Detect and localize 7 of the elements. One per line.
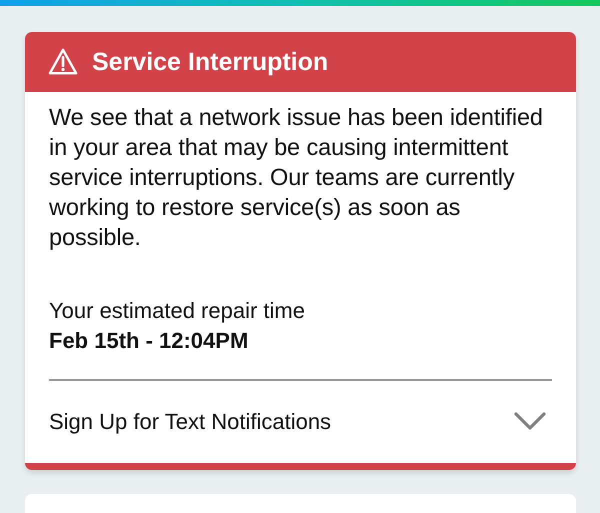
- alert-message: We see that a network issue has been identified in your area that may be causing intermittent service interruptions. Our teams are currently working to restore service(s) as soon as possible.: [49, 103, 544, 252]
- chevron-down-icon: [514, 412, 546, 432]
- repair-time: Feb 15th - 12:04PM: [49, 327, 250, 355]
- warning-icon: [48, 48, 78, 76]
- alert-title: Service Interruption: [92, 48, 328, 76]
- notifications-toggle[interactable]: Sign Up for Text Notifications: [49, 381, 552, 463]
- repair-label: Your estimated repair time: [49, 297, 306, 325]
